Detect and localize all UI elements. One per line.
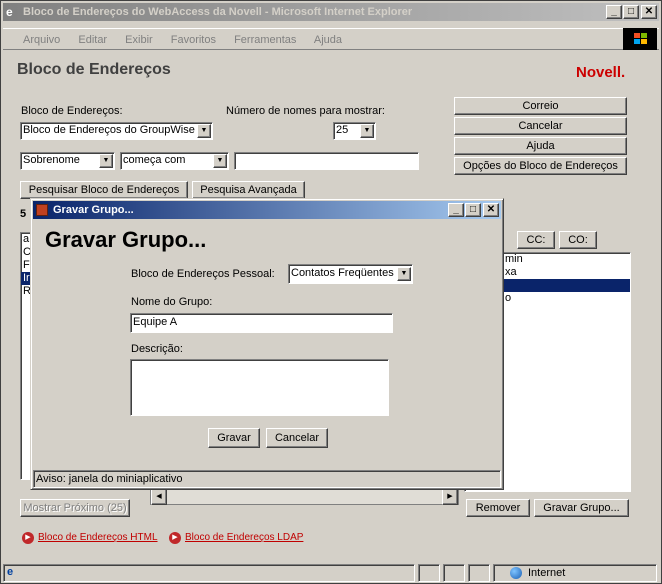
save-button[interactable]: Gravar [208,428,260,448]
search-input[interactable] [234,152,419,170]
status-cell [418,564,440,582]
page-title: Bloco de Endereços [17,61,171,78]
num-names-select[interactable]: 25 ▼ [333,122,376,140]
tab-advanced[interactable]: Pesquisa Avançada [192,181,305,199]
addressbook-select[interactable]: Bloco de Endereços do GroupWise ▼ [20,122,213,140]
field-select[interactable]: Sobrenome ▼ [20,152,115,170]
close-button[interactable]: ✕ [641,5,657,19]
horizontal-scrollbar[interactable]: ◀ ▶ [150,488,459,505]
status-main: e [3,564,415,582]
cc-button[interactable]: CC: [517,231,555,249]
dialog-close-button[interactable]: ✕ [483,203,499,217]
description-label: Descrição: [131,343,183,355]
arrow-right-icon: ▶ [169,532,181,544]
scroll-left-icon[interactable]: ◀ [151,489,167,505]
num-names-value: 25 [336,124,349,136]
status-cell [468,564,490,582]
dialog-maximize-button[interactable]: □ [465,203,481,217]
operator-select-value: começa com [123,154,186,166]
dialog-status-bar: Aviso: janela do miniaplicativo [33,470,501,488]
show-next-button: Mostrar Próximo (25) [20,499,130,517]
ie-page-icon: e [7,566,14,578]
menu-bar: Arquivo Editar Exibir Favoritos Ferramen… [3,28,659,50]
tab-search[interactable]: Pesquisar Bloco de Endereços [20,181,188,199]
status-zone: Internet [493,564,657,582]
minimize-button[interactable]: _ [606,5,622,19]
description-field[interactable] [130,359,389,416]
chevron-down-icon: ▼ [397,267,411,281]
dialog-title: Gravar Grupo... [53,204,134,216]
ajuda-button[interactable]: Ajuda [454,137,627,155]
link-addressbook-ldap[interactable]: Bloco de Endereços LDAP [185,532,303,543]
scroll-right-icon[interactable]: ▶ [442,489,458,505]
cancelar-button[interactable]: Cancelar [454,117,627,135]
window-titlebar[interactable]: Bloco de Endereços do WebAccess da Novel… [3,3,659,21]
correio-button[interactable]: Correio [454,97,627,115]
personal-addressbook-value: Contatos Freqüentes [291,267,394,279]
status-bar: e Internet [3,563,659,583]
zone-label: Internet [528,567,566,579]
save-group-button[interactable]: Gravar Grupo... [534,499,629,517]
field-select-value: Sobrenome [23,154,80,166]
menu-editar[interactable]: Editar [78,34,107,46]
menu-arquivo[interactable]: Arquivo [23,34,60,46]
save-group-dialog: Gravar Grupo... _ □ ✕ Gravar Grupo... Bl… [30,198,504,490]
dialog-minimize-button[interactable]: _ [448,203,464,217]
status-cell [443,564,465,582]
window-title: Bloco de Endereços do WebAccess da Novel… [23,6,413,18]
addressbook-options-button[interactable]: Opções do Bloco de Endereços [454,157,627,175]
addressbook-label: Bloco de Endereços: [21,105,123,117]
menu-exibir[interactable]: Exibir [125,34,153,46]
personal-addressbook-label: Bloco de Endereços Pessoal: [131,268,275,280]
globe-icon [510,567,522,579]
remove-button[interactable]: Remover [466,499,530,517]
group-name-field[interactable]: Equipe A [130,313,393,333]
co-button[interactable]: CO: [559,231,597,249]
novell-logo: Novell. [576,64,626,81]
chevron-down-icon: ▼ [197,124,211,138]
link-addressbook-html[interactable]: Bloco de Endereços HTML [38,532,158,543]
maximize-button[interactable]: □ [623,5,639,19]
ie-icon: e [6,5,13,19]
arrow-right-icon: ▶ [22,532,34,544]
num-names-label: Número de nomes para mostrar: [226,105,385,117]
dialog-titlebar[interactable]: Gravar Grupo... [33,201,501,219]
menu-ajuda[interactable]: Ajuda [314,34,342,46]
chevron-down-icon: ▼ [99,154,113,168]
addressbook-select-value: Bloco de Endereços do GroupWise [23,124,195,136]
operator-select[interactable]: começa com ▼ [120,152,229,170]
applet-warning: Aviso: janela do miniaplicativo [36,473,183,485]
windows-logo-icon [623,28,657,50]
chevron-down-icon: ▼ [213,154,227,168]
results-count: 5 [20,208,27,220]
java-icon [36,204,48,216]
chevron-down-icon: ▼ [360,124,374,138]
personal-addressbook-select[interactable]: Contatos Freqüentes ▼ [288,264,413,284]
menu-ferramentas[interactable]: Ferramentas [234,34,296,46]
cancel-button[interactable]: Cancelar [266,428,328,448]
menu-favoritos[interactable]: Favoritos [171,34,216,46]
dialog-heading: Gravar Grupo... [45,227,207,252]
group-name-label: Nome do Grupo: [131,296,213,308]
